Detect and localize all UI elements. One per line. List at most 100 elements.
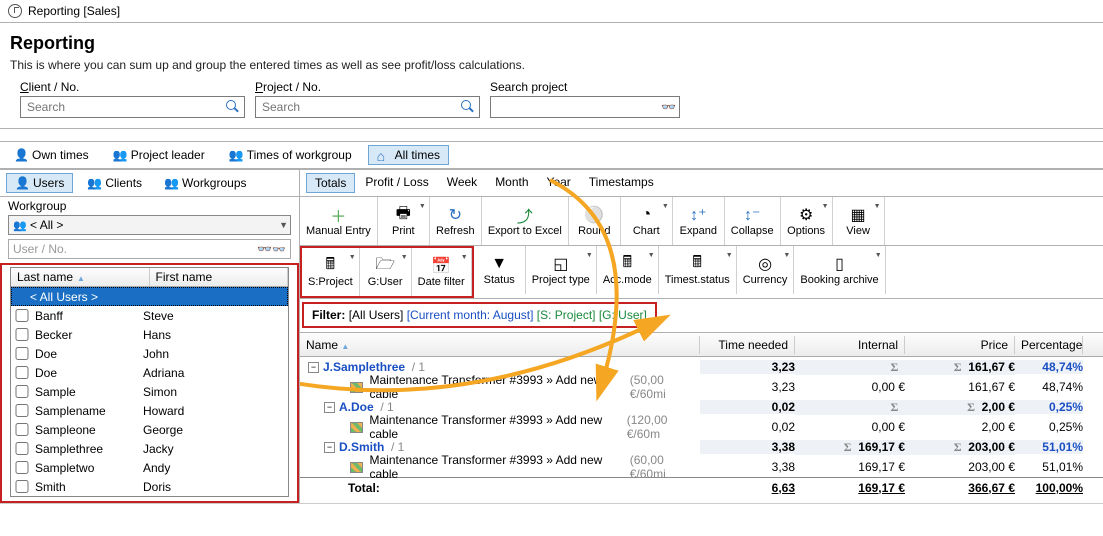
col-percentage[interactable]: Percentage — [1015, 336, 1083, 354]
user-row[interactable]: SamplethreeJacky — [11, 439, 288, 458]
left-tab-users[interactable]: Users — [6, 173, 73, 193]
toolbar-export-to-excel[interactable]: ⤴Export to Excel — [482, 197, 569, 245]
toolbar-manual-entry[interactable]: ＋Manual Entry — [300, 197, 378, 245]
search-icon[interactable] — [226, 100, 240, 114]
user-row[interactable]: SampletwoAndy — [11, 458, 288, 477]
toolbar-icon: ⚙ — [799, 205, 813, 225]
toolbar-project-type[interactable]: ◱Project type▼ — [526, 246, 597, 294]
toolbar-booking-archive[interactable]: ▯Booking archive▼ — [794, 246, 885, 294]
toolbar-expand[interactable]: ↕⁺Expand — [673, 197, 725, 245]
sort-asc-icon: ▲ — [77, 274, 85, 283]
user-checkbox[interactable] — [15, 309, 29, 322]
col-internal[interactable]: Internal — [795, 336, 905, 354]
user-row[interactable]: SmithDoris — [11, 477, 288, 496]
search-project-box[interactable]: 👓 — [490, 96, 680, 118]
search-project: Search project 👓 — [490, 80, 680, 118]
sub-tab-timestamps[interactable]: Timestamps — [581, 173, 662, 193]
project-search-box[interactable] — [255, 96, 480, 118]
chevron-down-icon: ▼ — [874, 203, 881, 210]
sub-tab-month[interactable]: Month — [487, 173, 536, 193]
page-title: Reporting — [10, 33, 1093, 54]
all-users-row[interactable]: < All Users > — [11, 287, 288, 306]
scope-tab-times-of-workgroup[interactable]: Times of workgroup — [221, 146, 360, 164]
user-filter-input[interactable]: User / No. 👓 — [8, 239, 291, 259]
search-project-input[interactable] — [495, 99, 661, 115]
toolbar-acc-mode[interactable]: 🖩Acc.mode▼ — [597, 246, 659, 294]
toolbar-status[interactable]: ▼Status — [474, 246, 526, 294]
user-checkbox[interactable] — [15, 480, 29, 493]
user-row[interactable]: SampleSimon — [11, 382, 288, 401]
workgroup-value: < All > — [30, 218, 63, 232]
collapse-icon[interactable]: − — [308, 362, 319, 373]
user-checkbox[interactable] — [15, 385, 29, 398]
toolbar-icon: ⚪ — [584, 205, 604, 225]
sort-asc-icon: ▲ — [341, 342, 349, 351]
user-row[interactable]: SampleoneGeorge — [11, 420, 288, 439]
toolbar-icon: ↕⁻ — [744, 205, 760, 225]
user-checkbox[interactable] — [15, 366, 29, 379]
user-checkbox[interactable] — [15, 423, 29, 436]
toolbar-g-user[interactable]: 🗁G:User▼ — [360, 248, 412, 296]
user-checkbox[interactable] — [15, 461, 29, 474]
left-tab-workgroups[interactable]: Workgroups — [156, 173, 254, 193]
col-first-name[interactable]: First name — [150, 268, 289, 286]
binoculars-icon[interactable]: 👓 — [257, 242, 286, 256]
workgroup-select[interactable]: < All > ▼ — [8, 215, 291, 235]
sub-tab-profit-loss[interactable]: Profit / Loss — [357, 173, 436, 193]
toolbar-icon: ◱ — [553, 254, 568, 274]
col-time-needed[interactable]: Time needed — [700, 336, 795, 354]
scope-tab-project-leader[interactable]: Project leader — [105, 146, 213, 164]
toolbar-options[interactable]: ⚙Options▼ — [781, 197, 833, 245]
toolbar-icon: 🖶 — [396, 205, 411, 225]
item-row[interactable]: Maintenance Transformer #3993 » Add new … — [300, 457, 1103, 477]
project-search-input[interactable] — [260, 99, 461, 115]
toolbar-icon: 🖩 — [692, 254, 702, 274]
toolbar-collapse[interactable]: ↕⁻Collapse — [725, 197, 781, 245]
scope-tab-own-times[interactable]: Own times — [6, 146, 97, 164]
client-search-input[interactable] — [25, 99, 226, 115]
chevron-down-icon: ▼ — [726, 252, 733, 259]
collapse-icon[interactable]: − — [324, 402, 335, 413]
user-checkbox[interactable] — [15, 404, 29, 417]
user-row[interactable]: DoeAdriana — [11, 363, 288, 382]
user-checkbox[interactable] — [15, 442, 29, 455]
client-search: Client / No. — [20, 80, 245, 118]
toolbar-icon: 🖩 — [622, 254, 632, 274]
toolbar-timest-status[interactable]: 🖩Timest.status▼ — [659, 246, 737, 294]
toolbar-date-filter[interactable]: 📅Date filter▼ — [412, 248, 472, 296]
toolbar-view[interactable]: ▦View▼ — [833, 197, 885, 245]
toolbar-round[interactable]: ⚪Round — [569, 197, 621, 245]
left-tab-clients[interactable]: Clients — [79, 173, 150, 193]
item-row[interactable]: Maintenance Transformer #3993 » Add new … — [300, 377, 1103, 397]
tab-icon — [15, 176, 29, 190]
sub-tab-year[interactable]: Year — [539, 173, 579, 193]
scope-tabs: Own times Project leader Times of workgrou… — [0, 141, 1103, 169]
collapse-icon[interactable]: − — [324, 442, 335, 453]
sub-tab-week[interactable]: Week — [439, 173, 485, 193]
toolbar-currency[interactable]: ◎Currency▼ — [737, 246, 795, 294]
toolbar-s-project[interactable]: 🖩S:Project▼ — [302, 248, 360, 296]
chevron-down-icon: ▼ — [461, 254, 468, 261]
col-price[interactable]: Price — [905, 336, 1015, 354]
user-row[interactable]: BeckerHans — [11, 325, 288, 344]
toolbar-refresh[interactable]: ↻Refresh — [430, 197, 482, 245]
search-icon[interactable] — [461, 100, 475, 114]
user-row[interactable]: SamplenameHoward — [11, 401, 288, 420]
user-row[interactable]: BanffSteve — [11, 306, 288, 325]
toolbar-print[interactable]: 🖶Print▼ — [378, 197, 430, 245]
tab-icon — [164, 176, 178, 190]
binoculars-icon[interactable]: 👓 — [661, 100, 675, 114]
client-search-box[interactable] — [20, 96, 245, 118]
col-name[interactable]: Name ▲ — [300, 336, 700, 354]
user-checkbox[interactable] — [15, 328, 29, 341]
scope-tab-all-times[interactable]: All times — [368, 145, 449, 165]
sub-tabs: TotalsProfit / LossWeekMonthYearTimestam… — [300, 170, 1103, 197]
toolbar-icon: ◔ — [641, 205, 651, 225]
data-grid: Name ▲ Time needed Internal Price Percen… — [300, 332, 1103, 497]
user-row[interactable]: DoeJohn — [11, 344, 288, 363]
toolbar-icon: 🖩 — [326, 256, 336, 276]
item-row[interactable]: Maintenance Transformer #3993 » Add new … — [300, 417, 1103, 437]
user-checkbox[interactable] — [15, 347, 29, 360]
toolbar-chart[interactable]: ◔Chart▼ — [621, 197, 673, 245]
col-last-name[interactable]: Last name▲ — [11, 268, 150, 286]
